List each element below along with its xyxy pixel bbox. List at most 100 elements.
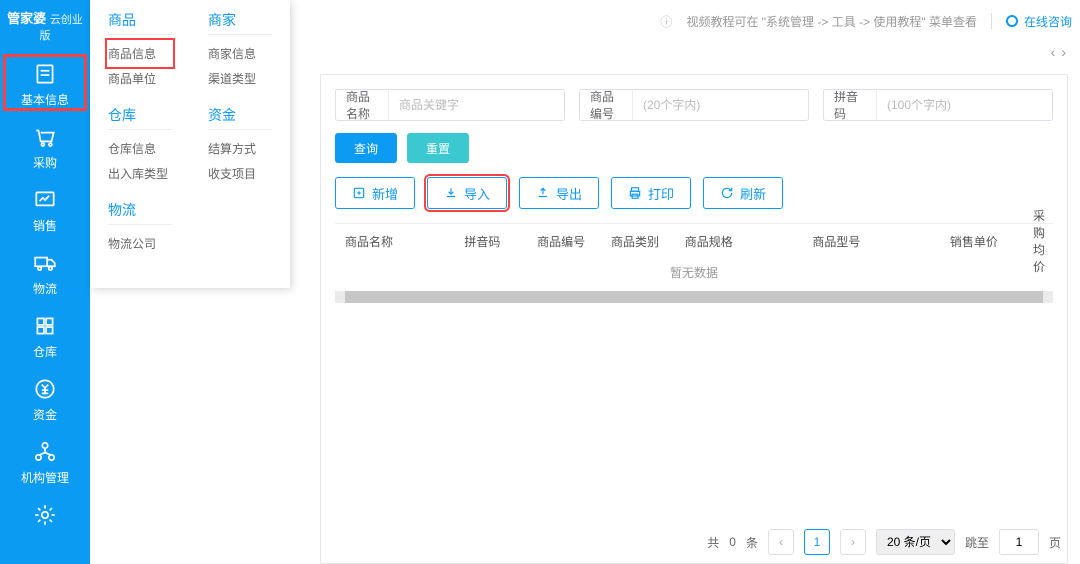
add-icon	[352, 186, 366, 200]
online-label: 在线咨询	[1024, 13, 1072, 30]
menu-goods-unit[interactable]: 商品单位	[108, 66, 172, 91]
total-suffix: 条	[746, 534, 758, 551]
menu-stock-type[interactable]: 出入库类型	[108, 161, 172, 186]
menu-settlement[interactable]: 结算方式	[208, 136, 272, 161]
search-name-field: 商品名称	[335, 89, 565, 121]
export-button[interactable]: 导出	[519, 177, 599, 209]
th-code: 商品编号	[522, 233, 601, 250]
data-grid: 商品名称 拼音码 商品编号 商品类别 商品规格 商品型号 销售单价 采购均价 暂…	[335, 223, 1053, 303]
chart-icon	[0, 187, 90, 213]
nav-label: 采购	[33, 156, 57, 170]
flyout-menu: 商品 商品信息 商品单位 仓库 仓库信息 出入库类型 物流 物流公司 商家 商家…	[90, 0, 290, 288]
nav-sales[interactable]: 销售	[0, 177, 90, 240]
import-label: 导入	[464, 184, 490, 203]
nav-purchase[interactable]: 采购	[0, 114, 90, 177]
online-consult[interactable]: 在线咨询	[1006, 13, 1072, 30]
search-row: 商品名称 商品编号 拼音码	[335, 89, 1053, 121]
print-icon	[628, 186, 642, 200]
nav-label: 资金	[33, 408, 57, 422]
group-logistics: 物流	[108, 200, 172, 225]
horizontal-scrollbar[interactable]	[335, 291, 1053, 303]
search-name-label: 商品名称	[336, 90, 389, 120]
th-pinyin: 拼音码	[443, 233, 522, 250]
nav-finance[interactable]: 资金	[0, 366, 90, 429]
menu-channel-type[interactable]: 渠道类型	[208, 66, 272, 91]
nav-warehouse[interactable]: 仓库	[0, 303, 90, 366]
page-next[interactable]: ›	[840, 529, 866, 555]
gear-icon	[0, 502, 90, 528]
money-icon	[0, 376, 90, 402]
export-icon	[536, 186, 550, 200]
refresh-button[interactable]: 刷新	[703, 177, 783, 209]
search-code-label: 商品编号	[580, 90, 633, 120]
nav-org[interactable]: 机构管理	[0, 429, 90, 492]
menu-merchant-info[interactable]: 商家信息	[208, 41, 272, 66]
logo-app: 管家婆	[7, 11, 46, 26]
grid-empty: 暂无数据	[335, 258, 1053, 287]
menu-logistics-company[interactable]: 物流公司	[108, 231, 172, 256]
org-icon	[0, 439, 90, 465]
page-suffix: 页	[1049, 534, 1061, 551]
tab-pager: ‹ ›	[1051, 44, 1066, 60]
nav-label: 机构管理	[21, 471, 69, 485]
search-code-input[interactable]	[633, 90, 808, 120]
import-button[interactable]: 导入	[427, 177, 507, 209]
th-avg-price: 采购均价	[1023, 207, 1053, 275]
nav-label: 物流	[33, 282, 57, 296]
nav-logistics[interactable]: 物流	[0, 240, 90, 303]
page-current[interactable]: 1	[804, 529, 830, 555]
export-label: 导出	[556, 184, 582, 203]
query-button[interactable]: 查询	[335, 133, 397, 163]
menu-goods-info[interactable]: 商品信息	[108, 41, 172, 66]
add-label: 新增	[372, 184, 398, 203]
flyout-col-1: 商品 商品信息 商品单位 仓库 仓库信息 出入库类型 物流 物流公司	[90, 10, 190, 270]
tab-prev[interactable]: ‹	[1051, 44, 1056, 60]
nav-settings[interactable]	[0, 492, 90, 538]
tab-next[interactable]: ›	[1061, 44, 1066, 60]
scrollbar-thumb[interactable]	[345, 291, 1043, 303]
warehouse-icon	[0, 313, 90, 339]
cart-icon	[0, 124, 90, 150]
reset-button[interactable]: 重置	[407, 133, 469, 163]
content-panel: 商品名称 商品编号 拼音码 查询 重置 新增 导入 导出 打印	[320, 74, 1068, 564]
nav-basic-info[interactable]: 基本信息	[0, 51, 90, 114]
logo: 管家婆 云创业版	[0, 0, 90, 51]
page-prev[interactable]: ‹	[768, 529, 794, 555]
flyout-col-2: 商家 商家信息 渠道类型 资金 结算方式 收支项目	[190, 10, 290, 270]
nav-label: 基本信息	[21, 93, 69, 107]
th-name: 商品名称	[335, 233, 443, 250]
search-name-input[interactable]	[389, 90, 564, 120]
total-count: 0	[729, 535, 736, 549]
nav-label: 销售	[33, 219, 57, 233]
th-sale-price: 销售单价	[925, 233, 1023, 250]
print-button[interactable]: 打印	[611, 177, 691, 209]
sidebar: 管家婆 云创业版 基本信息 采购 销售 物流 仓库 资金 机构管理	[0, 0, 90, 564]
help-icon: ⓘ	[660, 13, 672, 30]
th-model: 商品型号	[748, 233, 925, 250]
group-goods: 商品	[108, 10, 172, 35]
group-merchant: 商家	[208, 10, 272, 35]
refresh-icon	[720, 186, 734, 200]
topbar: ⓘ 视频教程可在 "系统管理 -> 工具 -> 使用教程" 菜单查看 在线咨询	[320, 6, 1072, 36]
group-finance: 资金	[208, 105, 272, 130]
search-pinyin-input[interactable]	[877, 90, 1052, 120]
menu-income-expense[interactable]: 收支项目	[208, 161, 272, 186]
jump-input[interactable]	[999, 529, 1039, 555]
action-row: 查询 重置	[335, 133, 1053, 163]
truck-icon	[0, 250, 90, 276]
pagination: 共 0 条 ‹ 1 › 20 条/页 跳至 页	[321, 529, 1067, 555]
search-code-field: 商品编号	[579, 89, 809, 121]
nav-label: 仓库	[33, 345, 57, 359]
ops-row: 新增 导入 导出 打印 刷新	[335, 177, 1053, 209]
add-button[interactable]: 新增	[335, 177, 415, 209]
refresh-label: 刷新	[740, 184, 766, 203]
menu-warehouse-info[interactable]: 仓库信息	[108, 136, 172, 161]
logo-edition: 云创业版	[40, 14, 83, 42]
doc-icon	[0, 61, 90, 87]
jump-label: 跳至	[965, 534, 989, 551]
th-spec: 商品规格	[669, 233, 748, 250]
total-prefix: 共	[707, 534, 719, 551]
print-label: 打印	[648, 184, 674, 203]
page-size-select[interactable]: 20 条/页	[876, 529, 955, 555]
group-warehouse: 仓库	[108, 105, 172, 130]
